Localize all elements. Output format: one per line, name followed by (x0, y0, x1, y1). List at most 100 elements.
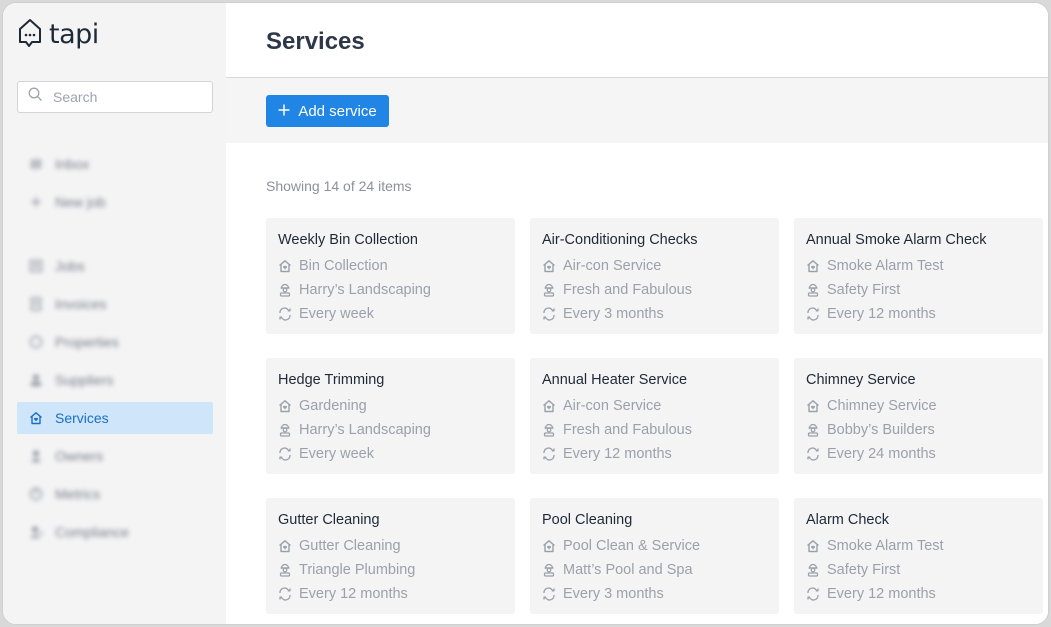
jobs-icon (29, 259, 43, 273)
service-frequency-row: Every week (278, 302, 503, 326)
service-card[interactable]: Weekly Bin Collection Bin Collection Harry… (266, 218, 515, 334)
worker-icon (806, 563, 820, 577)
worker-icon (542, 423, 556, 437)
plus-icon (278, 103, 290, 120)
sidebar-item-invoices[interactable]: Invoices (17, 288, 213, 320)
worker-icon (806, 283, 820, 297)
service-title: Hedge Trimming (278, 372, 385, 388)
service-card[interactable]: Alarm Check Smoke Alarm Test Safety First E… (794, 498, 1043, 614)
service-supplier-row: Bobby’s Builders (806, 418, 1031, 442)
service-supplier: Fresh and Fabulous (563, 282, 692, 298)
service-card[interactable]: Chimney Service Chimney Service Bobby’s Bu… (794, 358, 1043, 474)
home-heart-icon (278, 399, 292, 413)
service-supplier: Triangle Plumbing (299, 562, 416, 578)
service-type: Gutter Cleaning (299, 538, 401, 554)
worker-icon (278, 563, 292, 577)
service-title: Air-Conditioning Checks (542, 232, 698, 248)
service-type: Smoke Alarm Test (827, 538, 944, 554)
service-type-row: Chimney Service (806, 394, 1031, 418)
service-type-row: Pool Clean & Service (542, 534, 767, 558)
sidebar-item-label: New job (55, 194, 106, 210)
service-frequency-row: Every 12 months (278, 582, 503, 606)
home-heart-icon (806, 399, 820, 413)
sidebar-item-owners[interactable]: Owners (17, 440, 213, 472)
service-title: Alarm Check (806, 512, 889, 528)
repeat-icon (806, 447, 820, 461)
property-icon (29, 335, 43, 349)
home-heart-icon (278, 539, 292, 553)
sidebar-item-label: Compliance (55, 524, 129, 540)
service-supplier-row: Matt’s Pool and Spa (542, 558, 767, 582)
service-card[interactable]: Gutter Cleaning Gutter Cleaning Triangle P… (266, 498, 515, 614)
service-title: Weekly Bin Collection (278, 232, 418, 248)
service-type-row: Air-con Service (542, 394, 767, 418)
service-type: Air-con Service (563, 258, 662, 274)
sidebar-item-properties[interactable]: Properties (17, 326, 213, 358)
repeat-icon (278, 587, 292, 601)
service-card[interactable]: Annual Smoke Alarm Check Smoke Alarm Test… (794, 218, 1043, 334)
items-count-text: Showing 14 of 24 items (266, 178, 412, 194)
service-supplier-row: Fresh and Fabulous (542, 418, 767, 442)
service-card[interactable]: Pool Cleaning Pool Clean & Service Matt’s … (530, 498, 779, 614)
app-logo[interactable]: tapi (17, 17, 99, 51)
worker-icon (542, 563, 556, 577)
repeat-icon (542, 587, 556, 601)
home-heart-icon (542, 539, 556, 553)
sidebar-item-label: Owners (55, 448, 104, 464)
worker-icon (542, 283, 556, 297)
service-frequency: Every 12 months (563, 446, 672, 462)
service-card[interactable]: Annual Heater Service Air-con Service Fres… (530, 358, 779, 474)
repeat-icon (278, 307, 292, 321)
service-frequency-row: Every 24 months (806, 442, 1031, 466)
service-type-row: Air-con Service (542, 254, 767, 278)
sidebar-item-label: Metrics (55, 486, 101, 502)
sidebar-item-services[interactable]: Services (17, 402, 213, 434)
service-frequency: Every week (299, 446, 374, 462)
main-content: Services Add service Showing 14 of 24 it… (226, 3, 1048, 624)
service-supplier-row: Safety First (806, 558, 1031, 582)
logo-text: tapi (49, 18, 99, 50)
service-supplier: Harry’s Landscaping (299, 422, 431, 438)
toolbar: Add service (226, 78, 1048, 143)
sidebar-item-label: Suppliers (55, 372, 114, 388)
service-title: Annual Smoke Alarm Check (806, 232, 987, 248)
service-supplier: Safety First (827, 562, 901, 578)
service-card[interactable]: Air-Conditioning Checks Air-con Service Fr… (530, 218, 779, 334)
sidebar-item-compliance[interactable]: Compliance (17, 516, 213, 548)
sidebar-item-new-job[interactable]: New job (17, 186, 213, 218)
invoice-icon (29, 297, 43, 311)
service-type-row: Gardening (278, 394, 503, 418)
service-frequency-row: Every week (278, 442, 503, 466)
service-type: Gardening (299, 398, 367, 414)
worker-icon (278, 423, 292, 437)
add-service-button[interactable]: Add service (266, 95, 389, 127)
search-input[interactable] (53, 89, 193, 105)
service-type-row: Smoke Alarm Test (806, 534, 1031, 558)
metrics-icon (29, 487, 43, 501)
service-frequency: Every week (299, 306, 374, 322)
sidebar-item-inbox[interactable]: Inbox (17, 148, 213, 180)
search-box[interactable] (17, 81, 213, 113)
service-card[interactable]: Hedge Trimming Gardening Harry’s Landscapi… (266, 358, 515, 474)
service-frequency: Every 3 months (563, 586, 664, 602)
service-type-row: Gutter Cleaning (278, 534, 503, 558)
sidebar-item-suppliers[interactable]: Suppliers (17, 364, 213, 396)
service-frequency: Every 12 months (827, 586, 936, 602)
service-type: Air-con Service (563, 398, 662, 414)
home-heart-icon (542, 259, 556, 273)
sidebar-item-label: Inbox (55, 156, 90, 172)
home-heart-icon (806, 539, 820, 553)
sidebar-item-jobs[interactable]: Jobs (17, 250, 213, 282)
service-supplier-row: Harry’s Landscaping (278, 278, 503, 302)
plus-icon (29, 195, 43, 209)
service-type: Bin Collection (299, 258, 388, 274)
service-frequency-row: Every 3 months (542, 302, 767, 326)
service-supplier: Safety First (827, 282, 901, 298)
service-supplier-row: Harry’s Landscaping (278, 418, 503, 442)
home-heart-icon (542, 399, 556, 413)
service-frequency: Every 12 months (827, 306, 936, 322)
sidebar-item-metrics[interactable]: Metrics (17, 478, 213, 510)
service-frequency: Every 3 months (563, 306, 664, 322)
service-title: Chimney Service (806, 372, 916, 388)
service-frequency-row: Every 12 months (806, 302, 1031, 326)
